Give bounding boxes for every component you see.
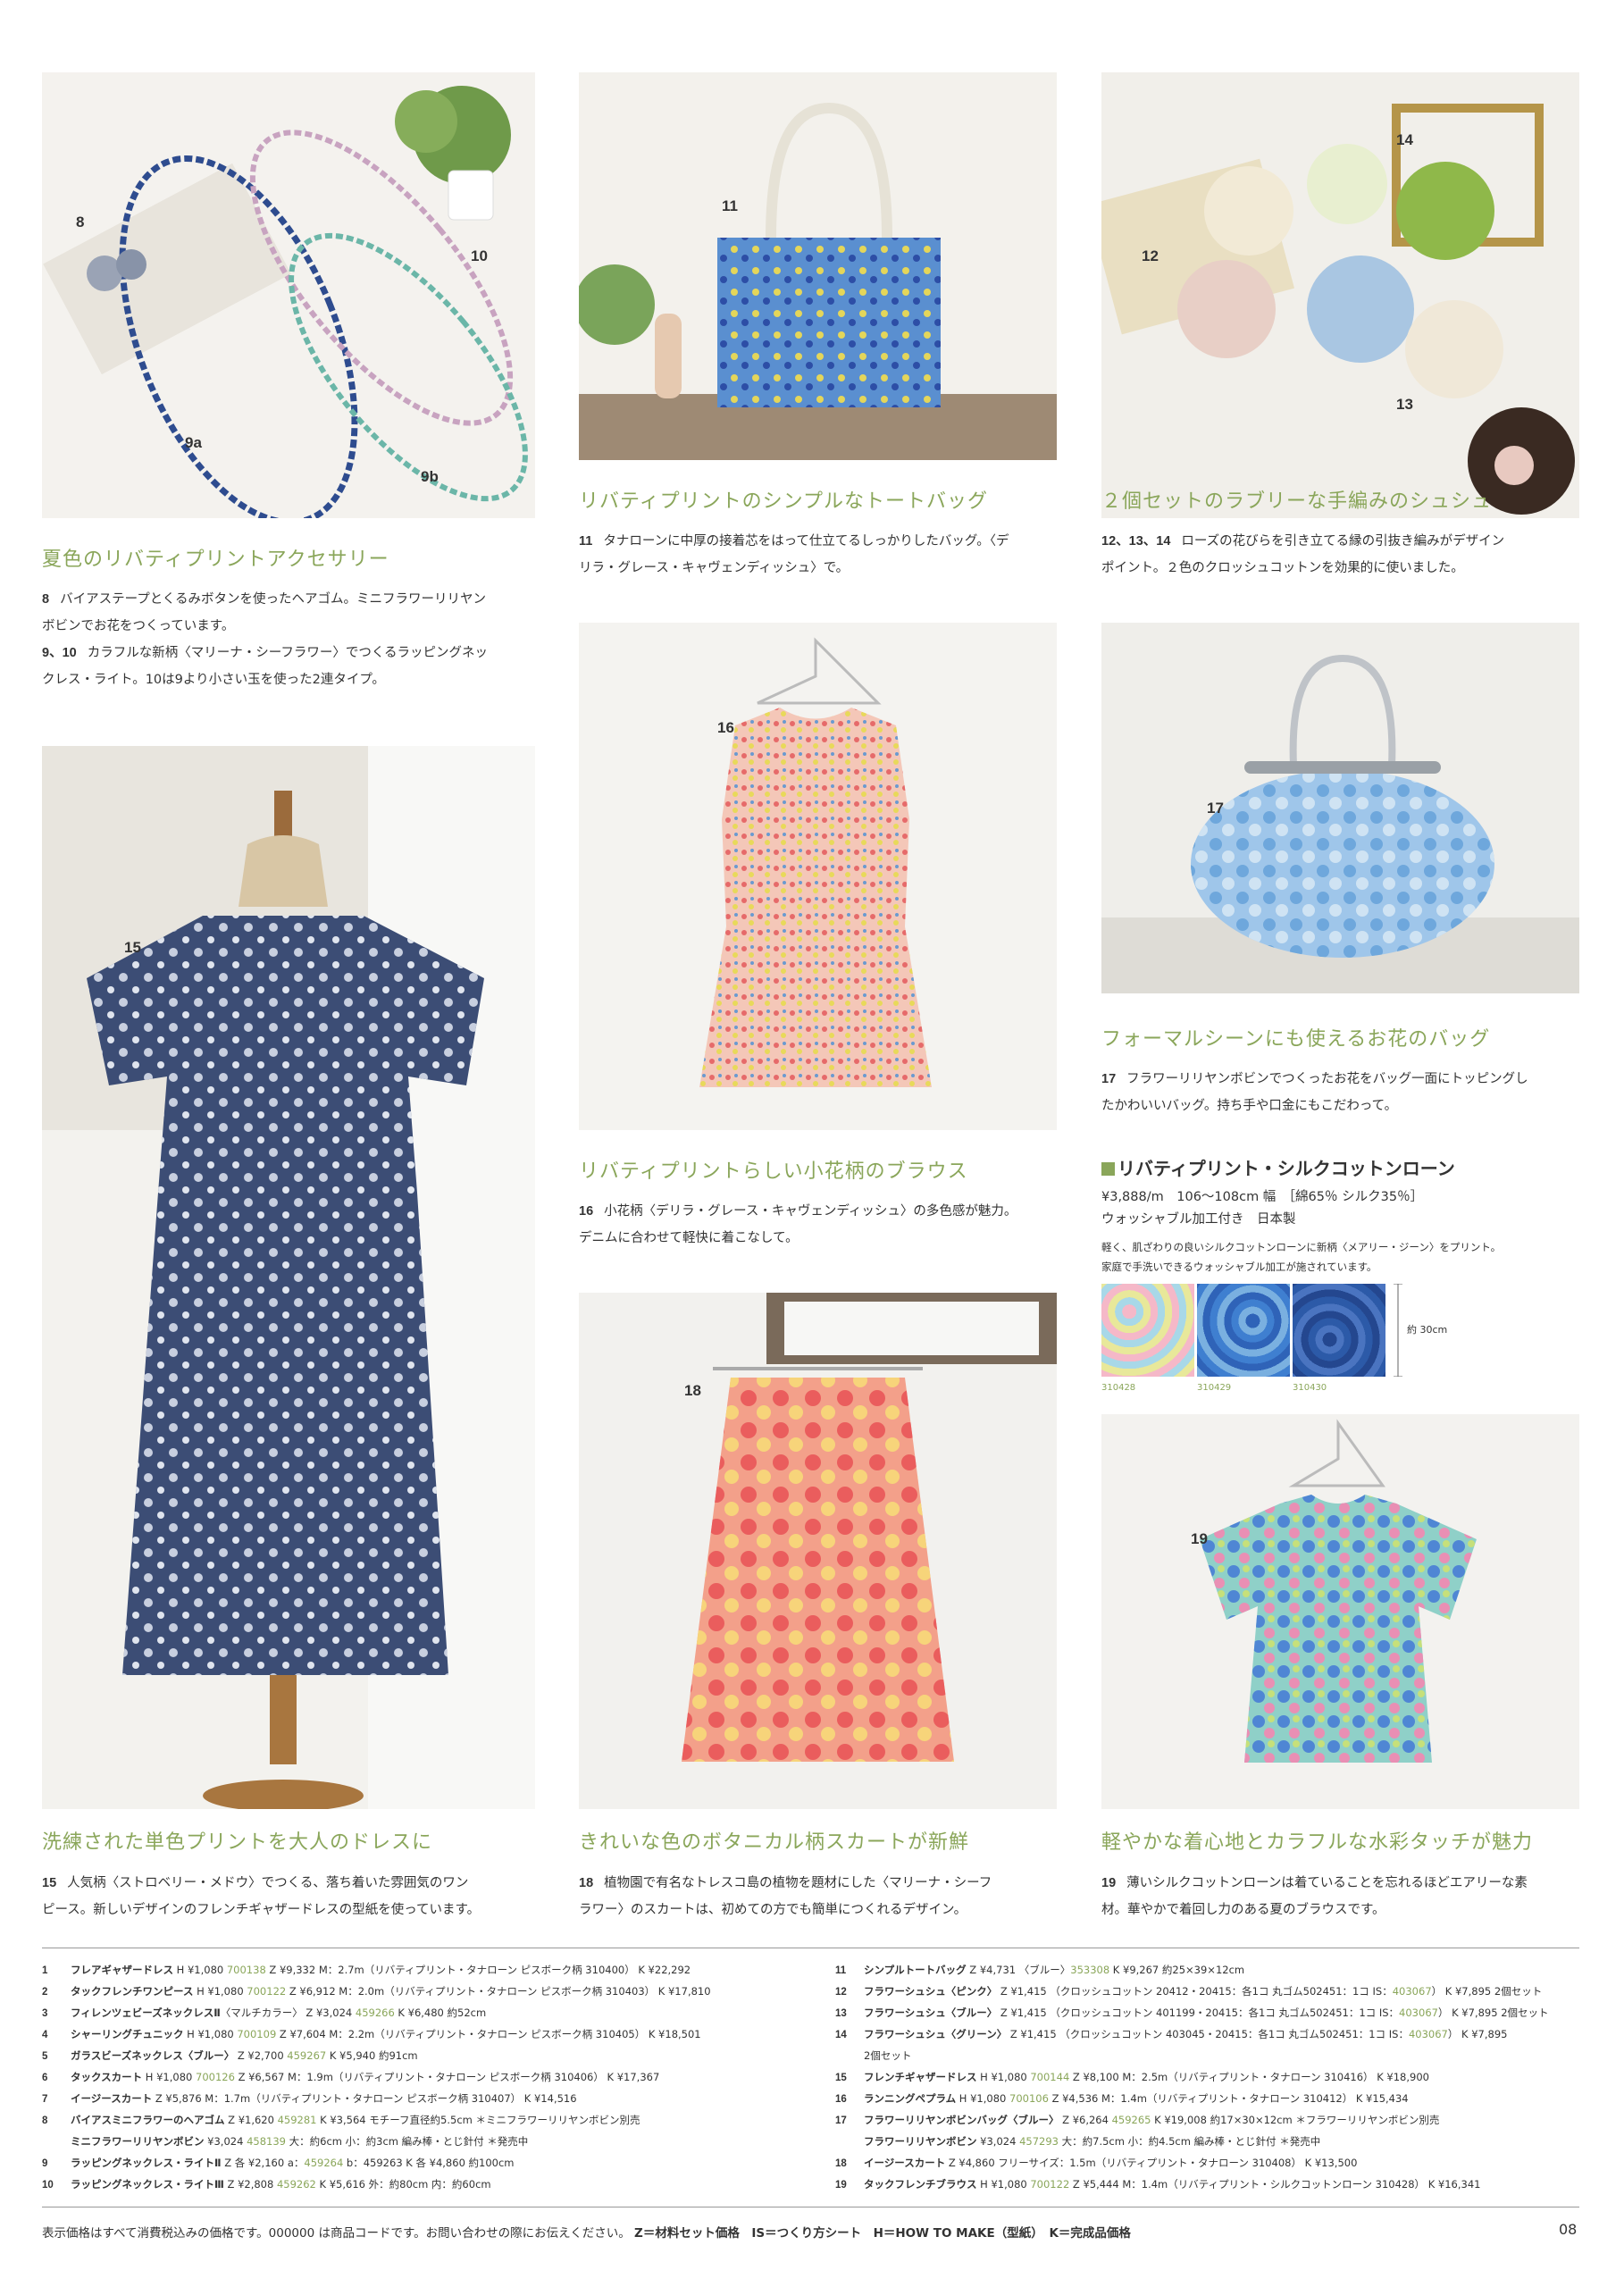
photo-label-9b: 9b (421, 468, 439, 485)
photo-blouse-16: 16 (579, 623, 1057, 1130)
fabric-note: 軽く、肌ざわりの良いシルクコットンローンに新柄〈メアリー・ジーン〉をプリント。 … (1101, 1241, 1502, 1273)
tote-title: リバティプリントのシンプルなトートバッグ (579, 490, 989, 513)
tote-description: 11 タナローンに中厚の接着芯をはって仕立てるしっかりしたバッグ。〈デ リラ・グレ… (579, 534, 1009, 575)
fabric-feature: ウォッシャブル加工付き 日本製 (1101, 1212, 1296, 1227)
item-row: 1 フレアギャザードレス H ¥1,080 700138 Z ¥9,332 M：2… (42, 1964, 691, 1976)
item-row: 12 フラワーシュシュ〈ピンク〉 Z ¥1,415 （クロッシュコットン 2041… (835, 1985, 1543, 1998)
item-row: 16 ランニングペプラム H ¥1,080 700106 Z ¥4,536 M：1… (835, 2092, 1409, 2105)
dress-illustration (42, 746, 535, 1809)
photo-label-17: 17 (1207, 800, 1224, 817)
photo-label-18: 18 (684, 1382, 701, 1399)
item-row: 5 ガラスビーズネックレス〈ブルー〉 Z ¥2,700 459267 K ¥5,9… (42, 2049, 418, 2062)
swatch-code-3: 310430 (1293, 1383, 1327, 1393)
page-number: 08 (1559, 2221, 1578, 2238)
scrunchie-illustration (1101, 104, 1575, 515)
item-row: 7 イージースカート Z ¥5,876 M：1.7m（リバティプリント・タナローン… (42, 2092, 577, 2105)
footer-text: 表示価格はすべて消費税込みの価格です。000000 は商品コードです。お問い合わ… (42, 2226, 631, 2241)
photo-label-8: 8 (76, 214, 85, 230)
photo-label-9a: 9a (185, 434, 202, 451)
skirt-title: きれいな色のボタニカル柄スカートが新鮮 (579, 1831, 970, 1854)
item-row: 18 イージースカート Z ¥4,860 フリーサイズ：1.5m（リバティプリント… (835, 2157, 1358, 2169)
item-row: 3 フィレンツェビーズネックレスⅡ〈マルチカラー〉 Z ¥3,024 459266… (42, 2006, 487, 2019)
footer-note: 表示価格はすべて消費税込みの価格です。000000 は商品コードです。お問い合わ… (42, 2223, 1131, 2241)
photo-scrunchie: 14 12 13 (1101, 72, 1579, 518)
tote-illustration (579, 102, 1057, 460)
photo-label-12: 12 (1142, 247, 1159, 264)
bag17-illustration (1101, 654, 1579, 993)
bag17-description: 17 フラワーリリヤンボビンでつくったお花をバッグ一面にトッピングし たかわいいバ… (1101, 1072, 1528, 1113)
photo-skirt-18: 18 (579, 1293, 1057, 1809)
item-row: 11 シンプルトートバッグ Z ¥4,731 〈ブルー〉353308 K ¥9,2… (835, 1964, 1245, 1976)
item-row: 17 フラワーリリヤンボビンバッグ〈ブルー〉 Z ¥6,264 459265 K … (835, 2114, 1440, 2126)
item-row: 15 フレンチギャザードレス H ¥1,080 700144 Z ¥8,100 M… (835, 2071, 1429, 2083)
accessories-illustration (43, 86, 528, 518)
items-list-left: 1 フレアギャザードレス H ¥1,080 700138 Z ¥9,332 M：2… (42, 1959, 828, 2195)
scrunchie-description: 12、13、14 ローズの花びらを引き立てる縁の引抜き編みがデザイン ポイント。２… (1101, 534, 1505, 575)
blouse19-description: 19 薄いシルクコットンローンは着ていることを忘れるほどエアリーな素 材。華やかで… (1101, 1876, 1528, 1917)
photo-label-11: 11 (722, 197, 738, 214)
item-row: 10 ラッピングネックレス・ライトⅢ Z ¥2,808 459262 K ¥5,6… (42, 2178, 491, 2191)
items-list-right: 11 シンプルトートバッグ Z ¥4,731 〈ブルー〉353308 K ¥9,2… (835, 1959, 1586, 2195)
dress-description: 15 人気柄〈ストロベリー・メドウ〉でつくる、落ち着いた雰囲気のワン ピース。新し… (42, 1876, 481, 1917)
photo-label-10: 10 (471, 247, 488, 264)
blouse16-description: 16 小花柄〈デリラ・グレース・キャヴェンディッシュ〉の多色感が魅力。 デニムに合… (579, 1204, 1017, 1245)
photo-blouse-19: 19 (1101, 1414, 1579, 1809)
blouse19-title: 軽やかな着心地とカラフルな水彩タッチが魅力 (1101, 1831, 1534, 1854)
swatch-310429 (1197, 1284, 1290, 1377)
photo-accessories: 8 10 9a 9b (42, 72, 535, 518)
photo-label-19: 19 (1191, 1530, 1208, 1547)
fabric-price: ¥3,888/m 106～108cm 幅 ［綿65％ シルク35％］ (1101, 1190, 1424, 1204)
photo-tote: 11 (579, 72, 1057, 460)
swatch-code-2: 310429 (1197, 1383, 1232, 1393)
item-row: 13 フラワーシュシュ〈ブルー〉 Z ¥1,415 （クロッシュコットン 4011… (835, 2006, 1549, 2019)
item-row: 2個セット (864, 2049, 912, 2062)
accessories-description: 8 バイアステープとくるみボタンを使ったヘアゴム。ミニフラワーリリヤン ボビンでお… (42, 592, 489, 687)
accessories-title: 夏色のリバティプリントアクセサリー (42, 549, 389, 571)
skirt18-illustration (682, 1293, 1057, 1762)
blouse19-illustration (1200, 1419, 1477, 1763)
item-row: 6 タックスカート H ¥1,080 700126 Z ¥6,567 M：1.9m… (42, 2071, 660, 2083)
scrunchie-title: ２個セットのラブリーな手編みのシュシュ (1101, 490, 1493, 513)
item-row: ミニフラワーリリヤンボビン ¥3,024 458139 大：約6cm 小：約3c… (71, 2135, 529, 2148)
item-row: 2 タックフレンチワンピース H ¥1,080 700122 Z ¥6,912 M… (42, 1985, 711, 1998)
fabric-title: リバティプリント・シルクコットンローン (1101, 1154, 1455, 1180)
photo-label-16: 16 (717, 719, 734, 736)
swatch-code-1: 310428 (1101, 1383, 1136, 1393)
item-row: 8 バイアスミニフラワーのヘアゴム Z ¥1,620 459281 K ¥3,56… (42, 2114, 640, 2126)
blouse16-title: リバティプリントらしい小花柄のブラウス (579, 1160, 968, 1183)
photo-label-14: 14 (1396, 131, 1413, 148)
item-row: 9 ラッピングネックレス・ライトⅡ Z 各 ¥2,160 a：459264 b：4… (42, 2157, 515, 2169)
photo-label-15: 15 (124, 939, 141, 956)
item-row: 4 シャーリングチュニック H ¥1,080 700109 Z ¥7,604 M：… (42, 2028, 701, 2040)
fabric-size-label: 約 30cm (1407, 1324, 1448, 1336)
item-row: フラワーリリヤンボビン ¥3,024 457293 大：約7.5cm 小：約4.… (864, 2135, 1321, 2148)
swatch-310428 (1101, 1284, 1194, 1377)
item-row: 19 タックフレンチブラウス H ¥1,080 700122 Z ¥5,444 M… (835, 2178, 1481, 2191)
size-bracket (1394, 1284, 1402, 1377)
dress-title: 洗練された単色プリントを大人のドレスに (42, 1831, 433, 1854)
photo-dress: 15 (42, 746, 535, 1809)
item-row: 14 フラワーシュシュ〈グリーン〉 Z ¥1,415 （クロッシュコットン 403… (835, 2028, 1508, 2040)
blouse16-illustration (699, 637, 932, 1087)
footer-legend: Z＝材料セット価格 IS＝つくり方シート H＝HOW TO MAKE（型紙） K… (634, 2226, 1131, 2241)
photo-bag-17: 17 (1101, 623, 1579, 993)
swatch-310430 (1293, 1284, 1385, 1377)
bag17-title: フォーマルシーンにも使えるお花のバッグ (1101, 1028, 1491, 1051)
photo-label-13: 13 (1396, 396, 1413, 413)
skirt-description: 18 植物園で有名なトレスコ島の植物を題材にした〈マリーナ・シーフ ラワー〉のスカ… (579, 1876, 992, 1917)
